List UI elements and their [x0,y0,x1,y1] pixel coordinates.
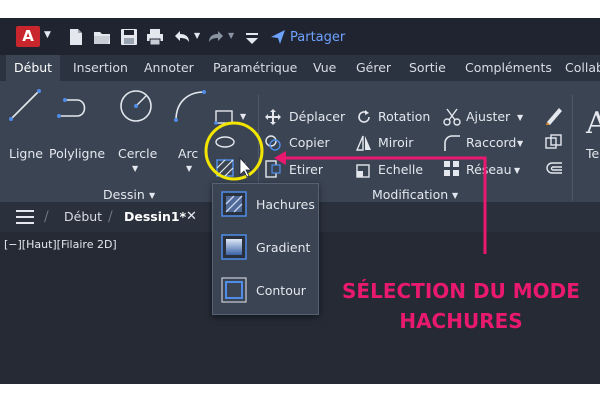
highlight-ring [204,121,264,181]
callout-line-1: SÉLECTION DU MODE [342,279,580,303]
callout-line-2: HACHURES [399,309,523,333]
callout-text: SÉLECTION DU MODE HACHURES [330,276,592,336]
callout-arrow-line [282,156,487,254]
autocad-window: A ▼ ▼ ▼ Partager Début Insertion Annoter… [0,18,600,384]
callout-arrowhead [274,151,286,165]
